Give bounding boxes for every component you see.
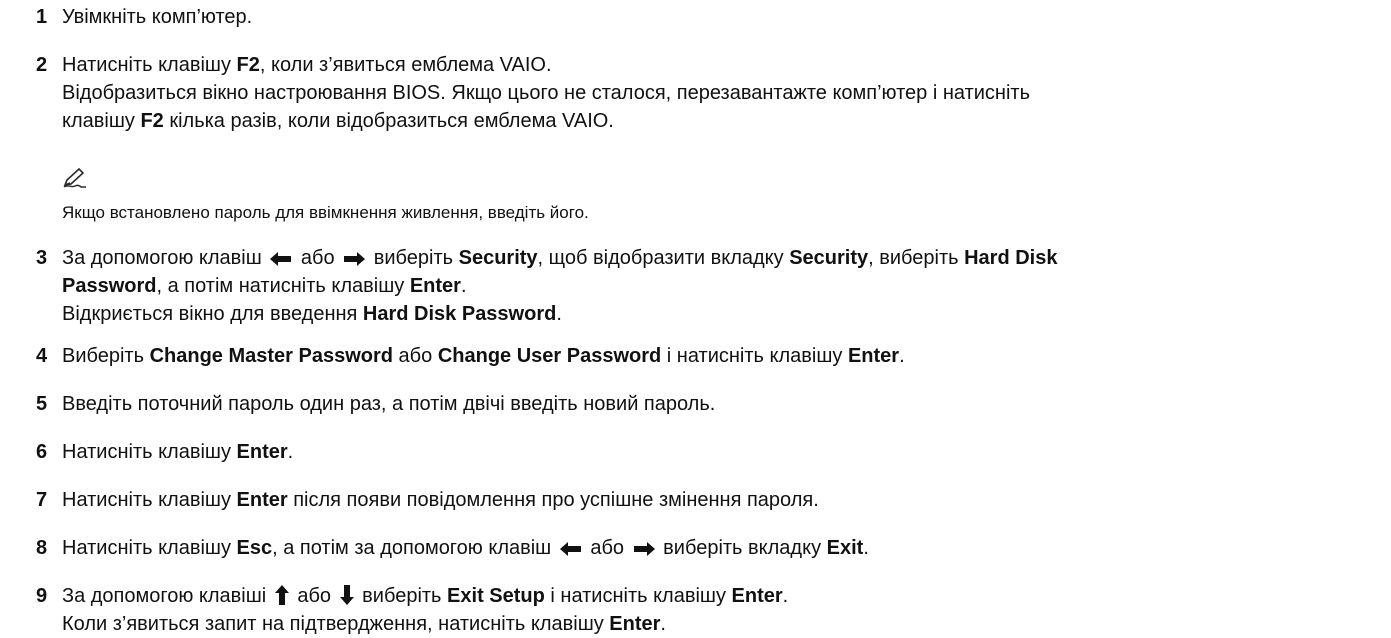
step-line: За допомогою клавіші або виберіть Exit S… <box>62 582 1382 610</box>
step-line: Натисніть клавішу Enter. <box>62 438 1382 466</box>
step-line: Натисніть клавішу F2, коли з’явиться емб… <box>62 51 1382 79</box>
step-number: 8 <box>36 537 48 559</box>
key-name: Enter <box>731 585 783 607</box>
text: . <box>660 613 666 635</box>
text: Натисніть клавішу <box>62 537 237 559</box>
text: Виберіть <box>62 345 150 367</box>
key-name: F2 <box>140 110 164 132</box>
text: Натисніть клавішу <box>62 489 237 511</box>
menu-name: Change User Password <box>437 345 662 367</box>
arrow-up-icon <box>274 585 289 605</box>
step-line: Коли з’явиться запит на підтвердження, н… <box>62 610 1382 638</box>
text: Коли з’явиться запит на підтвердження, н… <box>62 613 610 635</box>
text: , щоб відобразити вкладку <box>537 247 790 269</box>
step-number: 3 <box>36 247 48 269</box>
note-pen-icon <box>63 167 86 188</box>
step-number: 9 <box>36 585 48 607</box>
step-line: Натисніть клавішу Esc, а потім за допомо… <box>62 534 1382 562</box>
text: . <box>899 345 905 367</box>
document-page: 1 Увімкніть комп’ютер. 2 Натисніть клаві… <box>0 0 1391 635</box>
text: . <box>782 585 789 607</box>
arrow-down-icon <box>339 585 354 605</box>
text: За допомогою клавіш <box>62 247 268 269</box>
key-name: Esc <box>236 537 273 559</box>
text: , виберіть <box>868 247 965 269</box>
arrow-right-icon <box>633 542 655 556</box>
text: , коли з’явиться емблема VAIO. <box>259 54 552 76</box>
menu-name: Hard Disk Password <box>362 303 557 325</box>
text: Відкриється вікно для введення <box>62 303 363 325</box>
text: і натисніть клавішу <box>661 345 848 367</box>
text: клавішу <box>62 110 141 132</box>
menu-name: Change Master Password <box>149 345 393 367</box>
text: виберіть <box>356 585 448 607</box>
text: , а потім за допомогою клавіш <box>272 537 557 559</box>
menu-name: Security <box>789 247 869 269</box>
arrow-left-icon <box>559 542 581 556</box>
text: або <box>393 345 438 367</box>
note-text: Якщо встановлено пароль для ввімкнення ж… <box>62 203 589 222</box>
menu-name: Hard Disk <box>964 247 1058 269</box>
arrow-left-icon <box>270 252 292 266</box>
menu-name: Exit Setup <box>447 585 545 607</box>
text: або <box>291 585 337 607</box>
step-number: 4 <box>36 345 48 367</box>
key-name: Enter <box>409 275 461 297</box>
text: Натисніть клавішу <box>62 441 237 463</box>
key-name: F2 <box>236 54 260 76</box>
text: . <box>863 537 869 559</box>
text: За допомогою клавіші <box>62 585 272 607</box>
arrow-right-icon <box>344 252 366 266</box>
text: . <box>460 275 467 297</box>
key-name: Enter <box>847 345 900 367</box>
text: виберіть <box>368 247 459 269</box>
text: або <box>295 247 341 269</box>
step-number: 7 <box>36 489 48 511</box>
step-line: клавішу F2 кілька разів, коли відобразит… <box>62 107 1382 135</box>
text: Натисніть клавішу <box>62 54 237 76</box>
text: виберіть вкладку <box>657 537 827 559</box>
step-number: 5 <box>36 393 48 415</box>
step-line: Натисніть клавішу Enter після появи пові… <box>62 486 1382 514</box>
text: кілька разів, коли відобразиться емблема… <box>163 110 614 132</box>
text: після появи повідомлення про успішне змі… <box>287 489 819 511</box>
text: і натисніть клавішу <box>544 585 732 607</box>
step-line: За допомогою клавіш або виберіть Securit… <box>62 244 1382 272</box>
text: . <box>287 441 294 463</box>
step-number: 2 <box>36 54 48 76</box>
step-line: Відкриється вікно для введення Hard Disk… <box>62 300 1382 328</box>
step-text: Введіть поточний пароль один раз, а поті… <box>62 393 716 415</box>
menu-name: Password <box>62 275 157 297</box>
text: , а потім натисніть клавішу <box>156 275 410 297</box>
step-number: 1 <box>36 6 48 28</box>
step-number: 6 <box>36 441 48 463</box>
step-line: Відобразиться вікно настроювання BIOS. Я… <box>62 82 1030 104</box>
key-name: Enter <box>236 441 288 463</box>
step-line: Виберіть Change Master Password або Chan… <box>62 342 1382 370</box>
step-text: Увімкніть комп’ютер. <box>62 6 253 28</box>
menu-name: Security <box>458 247 538 269</box>
text: або <box>584 537 630 559</box>
text: . <box>556 303 562 325</box>
menu-name: Exit <box>826 537 864 559</box>
step-line: Password, а потім натисніть клавішу Ente… <box>62 272 1382 300</box>
key-name: Enter <box>236 489 288 511</box>
key-name: Enter <box>609 613 661 635</box>
